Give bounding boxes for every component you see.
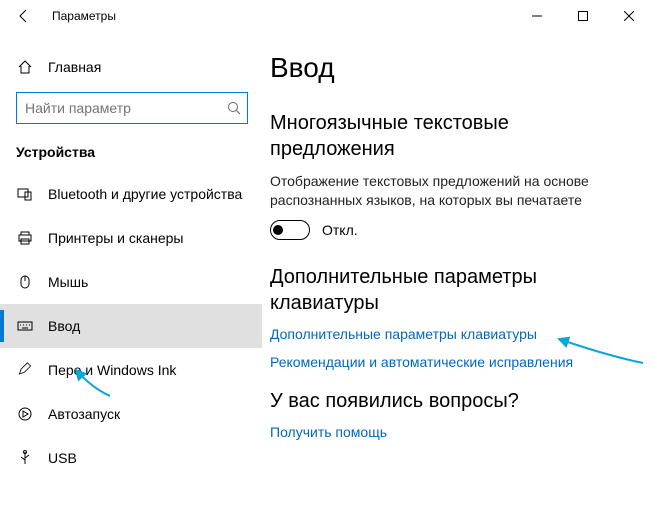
section-multilang-title: Многоязычные текстовые предложения xyxy=(270,110,636,162)
content-pane: Ввод Многоязычные текстовые предложения … xyxy=(262,32,652,519)
close-button[interactable] xyxy=(606,0,652,32)
sidebar-item-bluetooth[interactable]: Bluetooth и другие устройства xyxy=(0,172,262,216)
sidebar-item-label: Перо и Windows Ink xyxy=(48,362,176,378)
sidebar-section-title: Устройства xyxy=(0,130,262,172)
home-label: Главная xyxy=(48,59,101,75)
sidebar-item-label: USB xyxy=(48,450,77,466)
sidebar: Главная Устройства Bluetooth и другие ус… xyxy=(0,32,262,519)
home-icon xyxy=(16,58,34,76)
section-help-title: У вас появились вопросы? xyxy=(270,388,636,414)
printer-icon xyxy=(16,229,34,247)
window-title: Параметры xyxy=(48,9,116,23)
back-button[interactable] xyxy=(0,8,48,24)
sidebar-item-mouse[interactable]: Мышь xyxy=(0,260,262,304)
maximize-button[interactable] xyxy=(560,0,606,32)
sidebar-item-label: Мышь xyxy=(48,274,88,290)
sidebar-item-label: Bluetooth и другие устройства xyxy=(48,186,242,202)
link-advanced-keyboard[interactable]: Дополнительные параметры клавиатуры xyxy=(270,326,636,342)
sidebar-item-label: Ввод xyxy=(48,318,80,334)
sidebar-item-pen[interactable]: Перо и Windows Ink xyxy=(0,348,262,392)
autoplay-icon xyxy=(16,405,34,423)
mouse-icon xyxy=(16,273,34,291)
sidebar-item-label: Автозапуск xyxy=(48,406,120,422)
sidebar-item-usb[interactable]: USB xyxy=(0,436,262,480)
toggle-knob xyxy=(273,225,283,235)
section-advanced-title: Дополнительные параметры клавиатуры xyxy=(270,264,636,316)
search-field[interactable] xyxy=(25,100,227,116)
sidebar-item-printers[interactable]: Принтеры и сканеры xyxy=(0,216,262,260)
pen-icon xyxy=(16,361,34,379)
sidebar-item-autoplay[interactable]: Автозапуск xyxy=(0,392,262,436)
keyboard-icon xyxy=(16,317,34,335)
search-input[interactable] xyxy=(16,92,248,124)
search-icon xyxy=(227,101,241,115)
usb-icon xyxy=(16,449,34,467)
section-multilang-desc: Отображение текстовых предложений на осн… xyxy=(270,172,636,210)
toggle-state-label: Откл. xyxy=(322,222,358,238)
sidebar-item-label: Принтеры и сканеры xyxy=(48,230,183,246)
minimize-button[interactable] xyxy=(514,0,560,32)
devices-icon xyxy=(16,185,34,203)
link-autocorrect[interactable]: Рекомендации и автоматические исправлени… xyxy=(270,354,636,370)
multilang-toggle[interactable] xyxy=(270,220,310,240)
sidebar-item-typing[interactable]: Ввод xyxy=(0,304,262,348)
home-nav[interactable]: Главная xyxy=(0,48,262,86)
link-get-help[interactable]: Получить помощь xyxy=(270,424,636,440)
page-title: Ввод xyxy=(270,52,636,84)
